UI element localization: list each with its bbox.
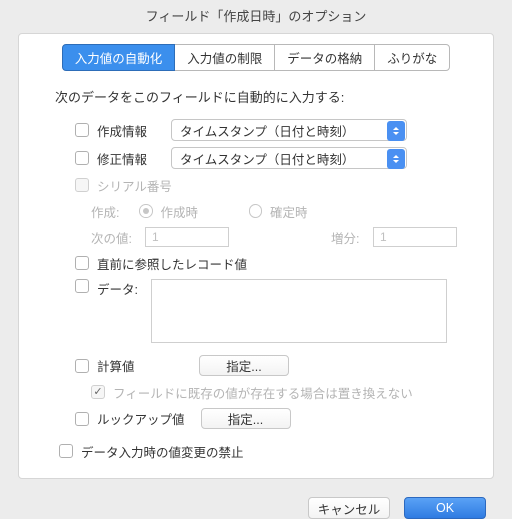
last-visited-label: 直前に参照したレコード値 (97, 254, 457, 273)
data-textarea[interactable] (151, 279, 447, 343)
calc-overwrite-checkbox[interactable] (91, 385, 105, 399)
tab-furigana[interactable]: ふりがな (374, 44, 450, 71)
cancel-button[interactable]: キャンセル (308, 497, 390, 519)
serial-generate-label: 作成: (91, 202, 131, 221)
calc-specify-button[interactable]: 指定... (199, 355, 289, 376)
modification-select-value: タイムスタンプ（日付と時刻） (180, 149, 354, 168)
modification-select[interactable]: タイムスタンプ（日付と時刻） (171, 147, 407, 169)
creation-checkbox[interactable] (75, 123, 89, 137)
calc-label: 計算値 (97, 356, 163, 375)
prohibit-mod-checkbox[interactable] (59, 444, 73, 458)
tab-validation[interactable]: 入力値の制限 (174, 44, 275, 71)
lookup-label: ルックアップ値 (97, 409, 185, 428)
modification-checkbox[interactable] (75, 151, 89, 165)
window-title: フィールド「作成日時」のオプション (0, 0, 512, 33)
tab-bar: 入力値の自動化 入力値の制限 データの格納 ふりがな (19, 34, 493, 85)
serial-next-input[interactable]: 1 (145, 227, 229, 247)
data-checkbox[interactable] (75, 279, 89, 293)
calc-overwrite-label: フィールドに既存の値が存在する場合は置き換えない (113, 383, 457, 402)
creation-label: 作成情報 (97, 121, 163, 140)
creation-select[interactable]: タイムスタンプ（日付と時刻） (171, 119, 407, 141)
serial-on-create-label: 作成時 (161, 202, 241, 221)
serial-label: シリアル番号 (97, 176, 457, 195)
modification-label: 修正情報 (97, 149, 163, 168)
tab-storage[interactable]: データの格納 (274, 44, 375, 71)
serial-on-create-radio[interactable] (139, 204, 153, 218)
serial-checkbox[interactable] (75, 178, 89, 192)
lookup-specify-button[interactable]: 指定... (201, 408, 291, 429)
dialog-footer: キャンセル OK (0, 489, 512, 519)
chevron-updown-icon (387, 149, 405, 169)
tab-auto-enter[interactable]: 入力値の自動化 (62, 44, 176, 71)
serial-incr-label: 増分: (331, 228, 365, 247)
last-visited-checkbox[interactable] (75, 256, 89, 270)
options-panel: 入力値の自動化 入力値の制限 データの格納 ふりがな 次のデータをこのフィールド… (18, 33, 494, 479)
calc-checkbox[interactable] (75, 359, 89, 373)
data-label: データ: (97, 279, 143, 298)
chevron-updown-icon (387, 121, 405, 141)
prohibit-mod-label: データ入力時の値変更の禁止 (81, 442, 457, 461)
section-header: 次のデータをこのフィールドに自動的に入力する: (19, 85, 493, 116)
serial-incr-input[interactable]: 1 (373, 227, 457, 247)
serial-next-label: 次の値: (91, 228, 137, 247)
ok-button[interactable]: OK (404, 497, 486, 519)
creation-select-value: タイムスタンプ（日付と時刻） (180, 121, 354, 140)
lookup-checkbox[interactable] (75, 412, 89, 426)
serial-on-commit-label: 確定時 (270, 202, 308, 221)
serial-on-commit-radio[interactable] (249, 204, 263, 218)
